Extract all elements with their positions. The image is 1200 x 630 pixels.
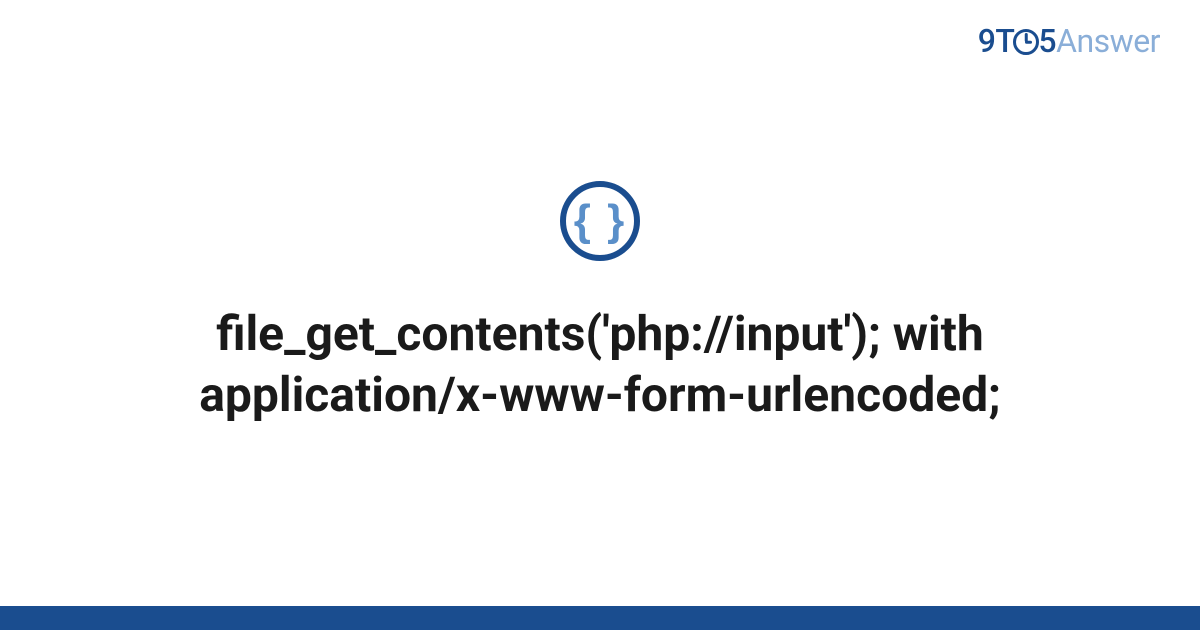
footer-accent-bar [0,606,1200,630]
question-title: file_get_contents('php://input'); with a… [120,303,1080,426]
code-braces-icon: { } [574,199,626,243]
main-content: { } file_get_contents('php://input'); wi… [0,0,1200,606]
category-icon-circle: { } [560,181,640,261]
